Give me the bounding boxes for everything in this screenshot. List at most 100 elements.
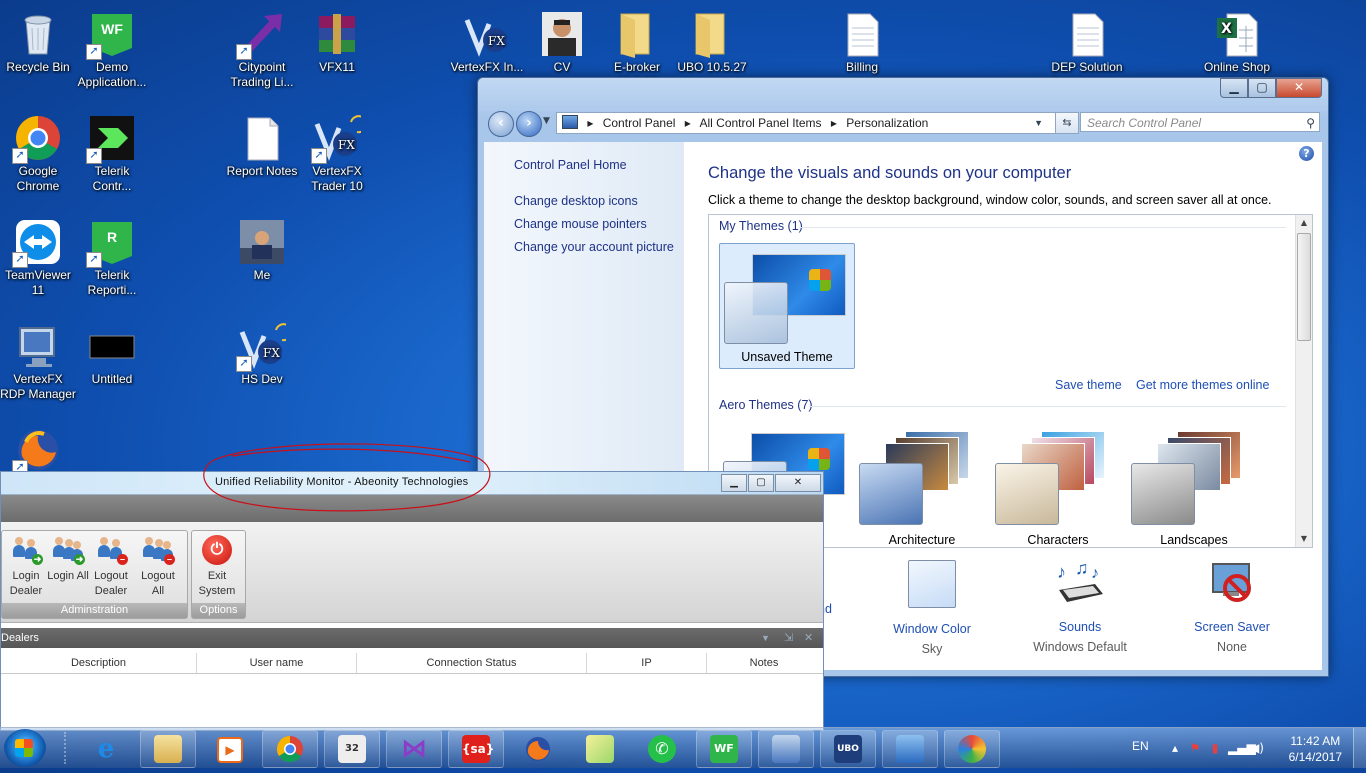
desktop-icon-google-chrome[interactable]: ➚ Google Chrome (0, 110, 76, 194)
start-button[interactable] (4, 729, 46, 767)
close-button[interactable]: ✕ (1276, 78, 1322, 98)
help-icon[interactable]: ? (1299, 146, 1314, 161)
screen-saver-link[interactable]: Screen Saver None (1172, 560, 1292, 654)
taskbar-internet-explorer[interactable]: e (78, 730, 134, 768)
link-change-account-picture[interactable]: Change your account picture (514, 240, 674, 254)
window-color-value: Sky (921, 642, 943, 656)
volume-icon[interactable]: ◀) (1250, 741, 1264, 755)
desktop-icon-demo-application[interactable]: WF ➚ Demo Application... (74, 6, 150, 90)
taskbar-media-player[interactable]: ▶ (200, 730, 256, 768)
dealers-grid-body[interactable] (1, 680, 823, 730)
search-icon[interactable]: ⚲ (1306, 113, 1315, 133)
login-all-button[interactable]: ➜ Login All (46, 535, 90, 584)
taskbar-windows-explorer[interactable] (140, 730, 196, 768)
app-maximize-button[interactable]: ▢ (748, 474, 774, 492)
desktop-icon-citypoint[interactable]: ➚ Citypoint Trading Li... (224, 6, 300, 90)
desktop-icon-me[interactable]: Me (224, 214, 300, 283)
desktop-icon-vertexfx-installer[interactable]: FX VertexFX In... (449, 6, 525, 75)
desktop-icon-billing[interactable]: Billing (824, 6, 900, 75)
scrollbar-thumb[interactable] (1297, 233, 1311, 341)
desktop-icon-recycle-bin[interactable]: Recycle Bin (0, 6, 76, 75)
column-description[interactable]: Description (1, 653, 197, 673)
panel-close-icon[interactable]: ✕ (804, 628, 813, 648)
recent-pages-dropdown-icon[interactable]: ▼ (543, 116, 550, 126)
desktop-icon-ubo[interactable]: UBO 10.5.27 (674, 6, 750, 75)
desktop-icon-teamviewer[interactable]: ➚ TeamViewer 11 (0, 214, 76, 298)
ribbon-group-adminstration: ➜ Login Dealer ➜ Login All – Logout Deal… (1, 530, 188, 619)
desktop-icon-vfx11[interactable]: VFX11 (299, 6, 375, 75)
desktop-icon-hs-dev[interactable]: FX ➚ HS Dev (224, 318, 300, 387)
link-change-mouse-pointers[interactable]: Change mouse pointers (514, 217, 647, 231)
taskbar-ubo[interactable]: UBO (820, 730, 876, 768)
desktop-icon-vertexfx-trader[interactable]: FX ➚ VertexFX Trader 10 (299, 110, 375, 194)
taskbar-remote-desktop[interactable] (758, 730, 814, 768)
theme-characters[interactable]: Characters (991, 425, 1125, 547)
taskbar-whatsapp[interactable]: ✆ (634, 730, 690, 768)
taskbar-paint[interactable] (944, 730, 1000, 768)
refresh-button[interactable]: ⇆ (1055, 112, 1079, 134)
desktop-icon-telerik-reporting[interactable]: R ➚ Telerik Reporti... (74, 214, 150, 298)
save-theme-link[interactable]: Save theme (1055, 378, 1122, 392)
taskbar-control-panel[interactable] (882, 730, 938, 768)
taskbar-firefox[interactable] (510, 730, 566, 768)
taskbar-visual-studio[interactable]: ⋈ (386, 730, 442, 768)
power-icon[interactable]: ▮ (1208, 741, 1222, 755)
window-color-link[interactable]: Window Color Sky (872, 560, 992, 656)
maximize-button[interactable]: ▢ (1248, 78, 1276, 98)
app-close-button[interactable]: ✕ (775, 474, 821, 492)
theme-architecture[interactable]: Architecture (855, 425, 989, 547)
desktop-icon-telerik-controls[interactable]: ➚ Telerik Contr... (74, 110, 150, 194)
desktop-icon-report-notes[interactable]: Report Notes (224, 110, 300, 179)
network-signal-icon[interactable]: ▂▄▆ (1228, 741, 1256, 755)
desktop-icon-online-shop[interactable]: X Online Shop (1199, 6, 1275, 75)
address-bar[interactable]: ▸ Control Panel ▸ All Control Panel Item… (556, 112, 1076, 134)
theme-landscapes[interactable]: Landscapes (1127, 425, 1261, 547)
action-center-flag-icon[interactable]: ⚑ (1188, 741, 1202, 755)
link-change-desktop-icons[interactable]: Change desktop icons (514, 194, 638, 208)
taskbar-google-chrome[interactable] (262, 730, 318, 768)
login-dealer-button[interactable]: ➜ Login Dealer (4, 535, 48, 599)
column-user-name[interactable]: User name (197, 653, 357, 673)
address-dropdown-icon[interactable]: ▼ (1034, 113, 1043, 133)
link-control-panel-home[interactable]: Control Panel Home (514, 158, 627, 172)
scroll-down-icon[interactable]: ▼ (1296, 531, 1312, 547)
desktop-icon-cv[interactable]: CV (524, 6, 600, 75)
language-indicator[interactable]: EN (1132, 739, 1149, 753)
sounds-link[interactable]: ♪ ♫ ♪ Sounds Windows Default (1020, 558, 1140, 654)
breadcrumb-personalization[interactable]: Personalization (846, 116, 928, 130)
app-title-bar[interactable]: Unified Reliability Monitor - Abeonity T… (1, 472, 823, 495)
logout-all-button[interactable]: – Logout All (136, 535, 180, 599)
show-desktop-button[interactable] (1353, 728, 1366, 768)
theme-name: Architecture (888, 533, 956, 547)
desktop-icon-mozilla[interactable]: ➚ (0, 422, 76, 476)
get-more-themes-link[interactable]: Get more themes online (1136, 378, 1269, 392)
clock[interactable]: 11:42 AM 6/14/2017 (1289, 733, 1342, 765)
taskbar-sa-app[interactable]: {sa} (448, 730, 504, 768)
taskbar-sticky-notes[interactable] (572, 730, 628, 768)
taskbar-installer[interactable]: 32 (324, 730, 380, 768)
minimize-button[interactable]: ▁ (1220, 78, 1248, 98)
breadcrumb-control-panel[interactable]: Control Panel (603, 116, 676, 130)
scroll-up-icon[interactable]: ▲ (1296, 215, 1312, 231)
taskbar-wf-app[interactable]: WF (696, 730, 752, 768)
forward-button[interactable]: › (516, 111, 542, 137)
taskbar-grip[interactable] (64, 732, 74, 764)
breadcrumb-all-items[interactable]: All Control Panel Items (699, 116, 821, 130)
desktop-icon-untitled[interactable]: Untitled (74, 318, 150, 387)
system-tray: EN ▴ ⚑ ▮ ▂▄▆ ◀) 11:42 AM 6/14/2017 (1116, 728, 1366, 768)
desktop-icon-label: HS Dev (241, 372, 283, 386)
logout-dealer-button[interactable]: – Logout Dealer (89, 535, 133, 599)
theme-list-scrollbar[interactable]: ▲ ▼ (1295, 215, 1312, 547)
back-button[interactable]: ‹ (488, 111, 514, 137)
theme-unsaved[interactable]: Unsaved Theme (719, 243, 855, 369)
search-input[interactable]: Search Control Panel ⚲ (1080, 112, 1320, 132)
column-ip[interactable]: IP (587, 653, 707, 673)
panel-dock-icon[interactable]: ⇲ (784, 628, 793, 648)
column-notes[interactable]: Notes (707, 653, 821, 673)
exit-system-button[interactable]: ⏻ Exit System (195, 535, 239, 599)
app-minimize-button[interactable]: ▁ (721, 474, 747, 492)
panel-pin-icon[interactable]: ▼ (761, 628, 770, 648)
desktop-icon-vertexfx-rdp[interactable]: VertexFX RDP Manager (0, 318, 76, 402)
column-connection-status[interactable]: Connection Status (357, 653, 587, 673)
show-hidden-icons-icon[interactable]: ▴ (1168, 741, 1182, 755)
